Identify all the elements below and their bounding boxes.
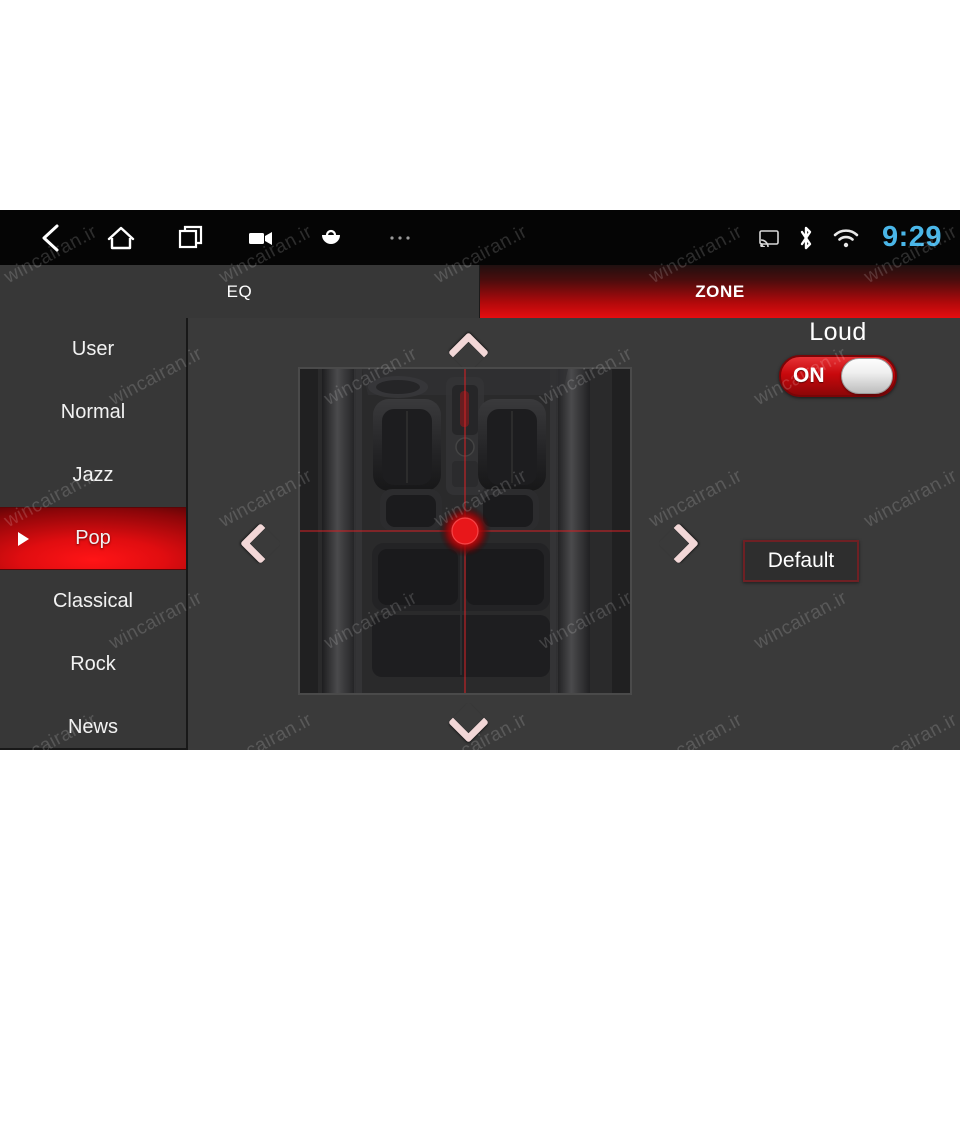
zone-panel: Loud ON Default — [188, 318, 960, 750]
preset-item-normal[interactable]: Normal — [0, 381, 186, 444]
watermark-text: wincairan.ir — [320, 99, 421, 166]
watermark-text: wincairan.ir — [430, 953, 531, 1020]
preset-item-user[interactable]: User — [0, 318, 186, 381]
preset-item-pop[interactable]: Pop — [0, 507, 186, 570]
watermark-text: wincairan.ir — [320, 831, 421, 898]
preset-item-news[interactable]: News — [0, 696, 186, 750]
status-clock: 9:29 — [881, 221, 942, 253]
video-icon[interactable] — [244, 221, 278, 255]
watermark-text: wincairan.ir — [0, 0, 101, 44]
head-unit-screen: 9:29 EQ ZONE User Normal Jazz Pop Classi… — [0, 210, 960, 750]
eq-preset-list: User Normal Jazz Pop Classical Rock News — [0, 318, 188, 750]
preset-label: Jazz — [72, 464, 114, 486]
zone-down-arrow[interactable] — [446, 700, 486, 740]
watermark-text: wincairan.ir — [535, 1075, 636, 1142]
tab-eq[interactable]: EQ — [0, 265, 480, 318]
loudness-toggle[interactable]: ON — [779, 355, 897, 397]
selected-marker-icon — [18, 531, 29, 546]
watermark-text: wincairan.ir — [750, 831, 851, 898]
preset-label: Pop — [75, 527, 111, 549]
watermark-text: wincairan.ir — [535, 831, 636, 898]
back-icon[interactable] — [34, 221, 68, 255]
watermark-text: wincairan.ir — [215, 953, 316, 1020]
zone-left-arrow[interactable] — [238, 521, 278, 561]
watermark-text: wincairan.ir — [105, 831, 206, 898]
system-status-icons: 9:29 — [758, 210, 942, 265]
watermark-text: wincairan.ir — [750, 1075, 851, 1142]
preset-label: Normal — [60, 401, 126, 423]
loudness-control: Loud ON — [738, 318, 938, 397]
watermark-text: wincairan.ir — [105, 1075, 206, 1142]
wifi-icon — [832, 227, 860, 249]
watermark-text: wincairan.ir — [860, 953, 960, 1020]
preset-item-classical[interactable]: Classical — [0, 570, 186, 633]
car-seat-map[interactable] — [298, 367, 632, 695]
watermark-text: wincairan.ir — [430, 0, 531, 44]
watermark-text: wincairan.ir — [320, 1075, 421, 1142]
android-status-bar: 9:29 — [0, 210, 960, 265]
content-area: User Normal Jazz Pop Classical Rock News — [0, 318, 960, 750]
preset-item-jazz[interactable]: Jazz — [0, 444, 186, 507]
watermark-text: wincairan.ir — [535, 99, 636, 166]
recents-icon[interactable] — [174, 221, 208, 255]
loudness-label: Loud — [809, 318, 867, 346]
watermark-text: wincairan.ir — [860, 0, 960, 44]
loudness-state-label: ON — [793, 364, 825, 387]
watermark-text: wincairan.ir — [215, 0, 316, 44]
mode-tab-bar: EQ ZONE — [0, 265, 960, 318]
tab-zone[interactable]: ZONE — [480, 265, 960, 318]
preset-item-rock[interactable]: Rock — [0, 633, 186, 696]
watermark-text: wincairan.ir — [105, 99, 206, 166]
preset-label: Classical — [52, 590, 134, 612]
watermark-text: wincairan.ir — [645, 953, 746, 1020]
zone-up-arrow[interactable] — [446, 330, 486, 370]
default-button[interactable]: Default — [743, 540, 859, 582]
overflow-icon[interactable] — [384, 221, 418, 255]
watermark-text: wincairan.ir — [750, 99, 851, 166]
preset-label: User — [71, 338, 115, 360]
zone-right-arrow[interactable] — [656, 521, 696, 561]
navigation-bar — [0, 221, 418, 255]
cast-icon — [758, 229, 780, 247]
apps-bag-icon[interactable] — [314, 221, 348, 255]
preset-label: News — [67, 716, 118, 738]
watermark-text: wincairan.ir — [645, 0, 746, 44]
preset-label: Rock — [70, 653, 116, 675]
home-icon[interactable] — [104, 221, 138, 255]
toggle-knob[interactable] — [841, 358, 893, 394]
watermark-text: wincairan.ir — [0, 953, 101, 1020]
bluetooth-icon — [796, 225, 816, 251]
